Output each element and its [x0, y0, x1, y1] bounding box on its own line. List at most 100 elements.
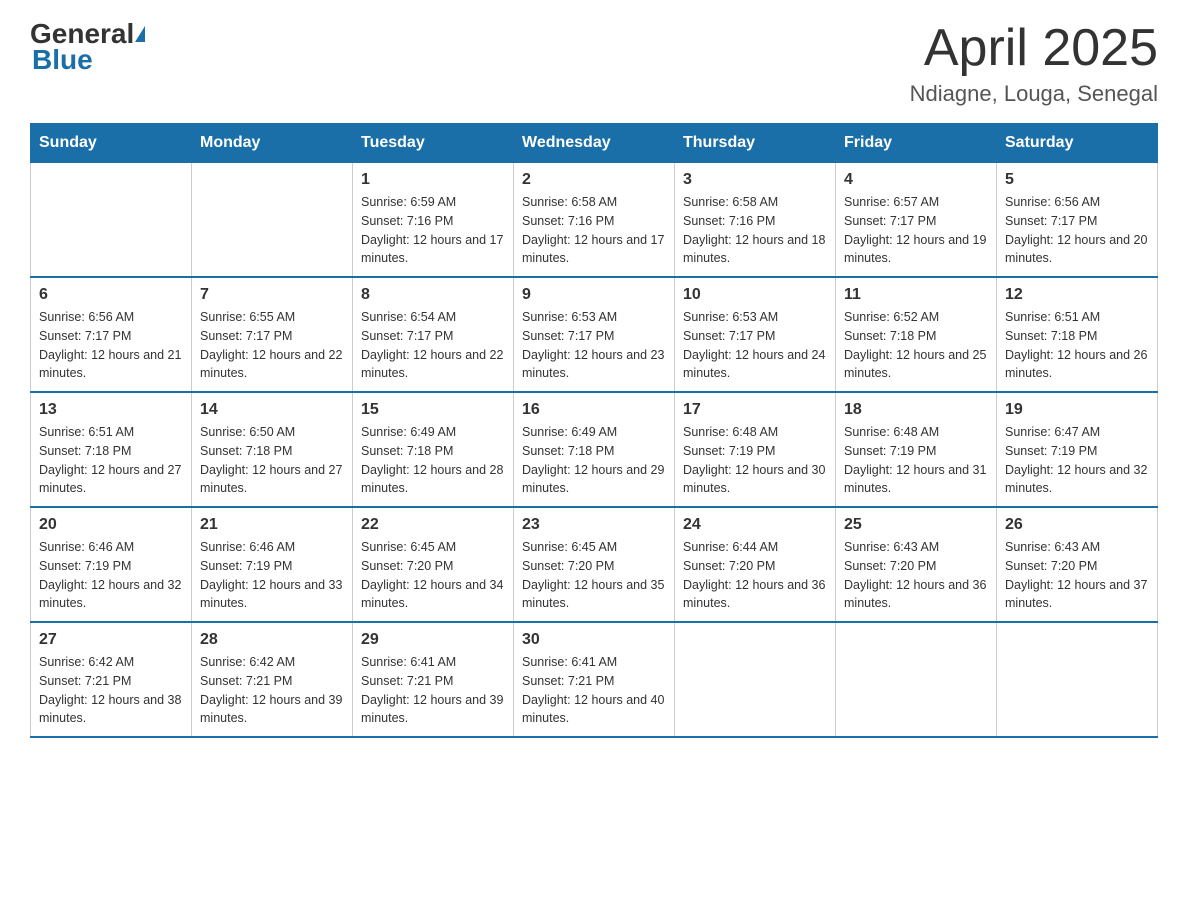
- day-detail: Sunrise: 6:58 AMSunset: 7:16 PMDaylight:…: [522, 195, 664, 265]
- day-detail: Sunrise: 6:51 AMSunset: 7:18 PMDaylight:…: [39, 425, 181, 495]
- day-number: 27: [39, 631, 183, 649]
- column-header-tuesday: Tuesday: [353, 124, 514, 163]
- day-cell: [31, 163, 192, 278]
- day-number: 15: [361, 401, 505, 419]
- day-number: 13: [39, 401, 183, 419]
- column-header-monday: Monday: [192, 124, 353, 163]
- day-detail: Sunrise: 6:45 AMSunset: 7:20 PMDaylight:…: [522, 540, 664, 610]
- column-header-sunday: Sunday: [31, 124, 192, 163]
- day-cell: 1 Sunrise: 6:59 AMSunset: 7:16 PMDayligh…: [353, 163, 514, 278]
- day-cell: 29 Sunrise: 6:41 AMSunset: 7:21 PMDaylig…: [353, 622, 514, 737]
- day-cell: 21 Sunrise: 6:46 AMSunset: 7:19 PMDaylig…: [192, 507, 353, 622]
- day-detail: Sunrise: 6:45 AMSunset: 7:20 PMDaylight:…: [361, 540, 503, 610]
- day-detail: Sunrise: 6:48 AMSunset: 7:19 PMDaylight:…: [844, 425, 986, 495]
- day-cell: 10 Sunrise: 6:53 AMSunset: 7:17 PMDaylig…: [675, 277, 836, 392]
- day-number: 4: [844, 171, 988, 189]
- day-cell: 7 Sunrise: 6:55 AMSunset: 7:17 PMDayligh…: [192, 277, 353, 392]
- column-header-saturday: Saturday: [997, 124, 1158, 163]
- day-number: 12: [1005, 286, 1149, 304]
- day-cell: [997, 622, 1158, 737]
- logo: General Blue: [30, 20, 146, 74]
- day-cell: 20 Sunrise: 6:46 AMSunset: 7:19 PMDaylig…: [31, 507, 192, 622]
- day-detail: Sunrise: 6:47 AMSunset: 7:19 PMDaylight:…: [1005, 425, 1147, 495]
- day-detail: Sunrise: 6:51 AMSunset: 7:18 PMDaylight:…: [1005, 310, 1147, 380]
- day-cell: 23 Sunrise: 6:45 AMSunset: 7:20 PMDaylig…: [514, 507, 675, 622]
- day-cell: [836, 622, 997, 737]
- day-detail: Sunrise: 6:46 AMSunset: 7:19 PMDaylight:…: [200, 540, 342, 610]
- column-header-wednesday: Wednesday: [514, 124, 675, 163]
- day-number: 9: [522, 286, 666, 304]
- month-year-title: April 2025: [910, 20, 1158, 77]
- day-detail: Sunrise: 6:42 AMSunset: 7:21 PMDaylight:…: [39, 655, 181, 725]
- logo-blue-text: Blue: [30, 46, 93, 74]
- day-detail: Sunrise: 6:53 AMSunset: 7:17 PMDaylight:…: [683, 310, 825, 380]
- day-number: 20: [39, 516, 183, 534]
- day-detail: Sunrise: 6:59 AMSunset: 7:16 PMDaylight:…: [361, 195, 503, 265]
- day-detail: Sunrise: 6:52 AMSunset: 7:18 PMDaylight:…: [844, 310, 986, 380]
- day-detail: Sunrise: 6:41 AMSunset: 7:21 PMDaylight:…: [361, 655, 503, 725]
- day-detail: Sunrise: 6:56 AMSunset: 7:17 PMDaylight:…: [1005, 195, 1147, 265]
- day-detail: Sunrise: 6:48 AMSunset: 7:19 PMDaylight:…: [683, 425, 825, 495]
- day-cell: 30 Sunrise: 6:41 AMSunset: 7:21 PMDaylig…: [514, 622, 675, 737]
- calendar-header: SundayMondayTuesdayWednesdayThursdayFrid…: [31, 124, 1158, 163]
- week-row-4: 20 Sunrise: 6:46 AMSunset: 7:19 PMDaylig…: [31, 507, 1158, 622]
- day-number: 10: [683, 286, 827, 304]
- day-detail: Sunrise: 6:46 AMSunset: 7:19 PMDaylight:…: [39, 540, 181, 610]
- day-cell: 16 Sunrise: 6:49 AMSunset: 7:18 PMDaylig…: [514, 392, 675, 507]
- day-cell: 22 Sunrise: 6:45 AMSunset: 7:20 PMDaylig…: [353, 507, 514, 622]
- day-cell: 24 Sunrise: 6:44 AMSunset: 7:20 PMDaylig…: [675, 507, 836, 622]
- day-number: 17: [683, 401, 827, 419]
- day-number: 11: [844, 286, 988, 304]
- day-number: 14: [200, 401, 344, 419]
- day-cell: 12 Sunrise: 6:51 AMSunset: 7:18 PMDaylig…: [997, 277, 1158, 392]
- day-number: 18: [844, 401, 988, 419]
- day-number: 25: [844, 516, 988, 534]
- day-detail: Sunrise: 6:49 AMSunset: 7:18 PMDaylight:…: [361, 425, 503, 495]
- column-header-friday: Friday: [836, 124, 997, 163]
- day-cell: 19 Sunrise: 6:47 AMSunset: 7:19 PMDaylig…: [997, 392, 1158, 507]
- week-row-3: 13 Sunrise: 6:51 AMSunset: 7:18 PMDaylig…: [31, 392, 1158, 507]
- day-number: 7: [200, 286, 344, 304]
- page-header: General Blue April 2025 Ndiagne, Louga, …: [30, 20, 1158, 107]
- week-row-5: 27 Sunrise: 6:42 AMSunset: 7:21 PMDaylig…: [31, 622, 1158, 737]
- day-number: 21: [200, 516, 344, 534]
- day-number: 26: [1005, 516, 1149, 534]
- title-block: April 2025 Ndiagne, Louga, Senegal: [910, 20, 1158, 107]
- day-cell: 27 Sunrise: 6:42 AMSunset: 7:21 PMDaylig…: [31, 622, 192, 737]
- day-cell: 17 Sunrise: 6:48 AMSunset: 7:19 PMDaylig…: [675, 392, 836, 507]
- day-cell: 6 Sunrise: 6:56 AMSunset: 7:17 PMDayligh…: [31, 277, 192, 392]
- location-subtitle: Ndiagne, Louga, Senegal: [910, 81, 1158, 107]
- day-detail: Sunrise: 6:53 AMSunset: 7:17 PMDaylight:…: [522, 310, 664, 380]
- day-cell: 28 Sunrise: 6:42 AMSunset: 7:21 PMDaylig…: [192, 622, 353, 737]
- day-cell: 3 Sunrise: 6:58 AMSunset: 7:16 PMDayligh…: [675, 163, 836, 278]
- week-row-2: 6 Sunrise: 6:56 AMSunset: 7:17 PMDayligh…: [31, 277, 1158, 392]
- day-detail: Sunrise: 6:44 AMSunset: 7:20 PMDaylight:…: [683, 540, 825, 610]
- day-cell: 25 Sunrise: 6:43 AMSunset: 7:20 PMDaylig…: [836, 507, 997, 622]
- week-row-1: 1 Sunrise: 6:59 AMSunset: 7:16 PMDayligh…: [31, 163, 1158, 278]
- day-cell: 15 Sunrise: 6:49 AMSunset: 7:18 PMDaylig…: [353, 392, 514, 507]
- day-number: 1: [361, 171, 505, 189]
- day-cell: 5 Sunrise: 6:56 AMSunset: 7:17 PMDayligh…: [997, 163, 1158, 278]
- day-cell: 14 Sunrise: 6:50 AMSunset: 7:18 PMDaylig…: [192, 392, 353, 507]
- day-cell: 18 Sunrise: 6:48 AMSunset: 7:19 PMDaylig…: [836, 392, 997, 507]
- day-detail: Sunrise: 6:43 AMSunset: 7:20 PMDaylight:…: [844, 540, 986, 610]
- day-number: 24: [683, 516, 827, 534]
- day-detail: Sunrise: 6:55 AMSunset: 7:17 PMDaylight:…: [200, 310, 342, 380]
- day-number: 2: [522, 171, 666, 189]
- day-cell: 26 Sunrise: 6:43 AMSunset: 7:20 PMDaylig…: [997, 507, 1158, 622]
- day-number: 28: [200, 631, 344, 649]
- day-number: 19: [1005, 401, 1149, 419]
- day-detail: Sunrise: 6:49 AMSunset: 7:18 PMDaylight:…: [522, 425, 664, 495]
- day-detail: Sunrise: 6:56 AMSunset: 7:17 PMDaylight:…: [39, 310, 181, 380]
- day-number: 29: [361, 631, 505, 649]
- day-number: 6: [39, 286, 183, 304]
- day-cell: 11 Sunrise: 6:52 AMSunset: 7:18 PMDaylig…: [836, 277, 997, 392]
- day-detail: Sunrise: 6:50 AMSunset: 7:18 PMDaylight:…: [200, 425, 342, 495]
- day-number: 22: [361, 516, 505, 534]
- logo-arrow-icon: [135, 26, 145, 42]
- day-number: 3: [683, 171, 827, 189]
- day-detail: Sunrise: 6:58 AMSunset: 7:16 PMDaylight:…: [683, 195, 825, 265]
- header-row: SundayMondayTuesdayWednesdayThursdayFrid…: [31, 124, 1158, 163]
- day-number: 8: [361, 286, 505, 304]
- day-number: 16: [522, 401, 666, 419]
